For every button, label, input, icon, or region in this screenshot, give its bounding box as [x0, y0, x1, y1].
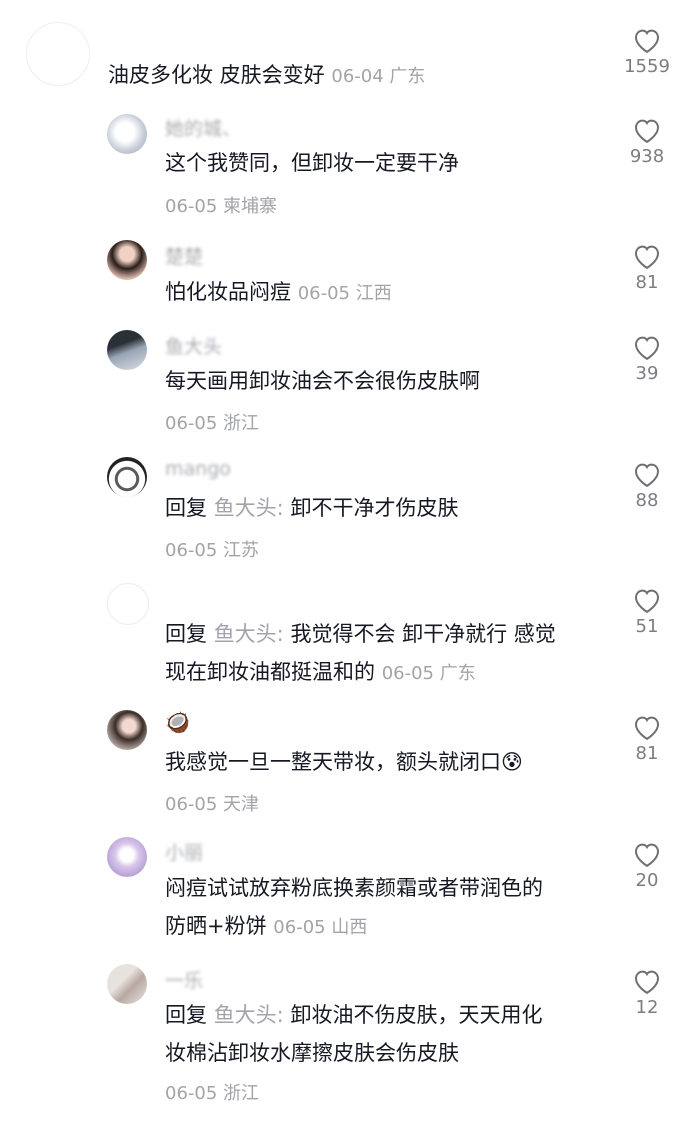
- comment-date: 06-05: [297, 283, 350, 304]
- reply-mention[interactable]: 鱼大头:: [214, 496, 284, 520]
- reply-mention[interactable]: 鱼大头:: [214, 622, 284, 646]
- like-count: 938: [629, 146, 665, 167]
- comment-location: 江苏: [223, 540, 260, 561]
- comment-location: 江西: [355, 283, 392, 304]
- avatar[interactable]: [107, 330, 147, 370]
- comment-text: 每天画用卸妆油会不会很伤皮肤啊: [165, 369, 480, 393]
- comment-date: 06-04: [331, 66, 384, 87]
- heart-outline-icon: [634, 119, 660, 144]
- comment-location: 广东: [389, 66, 426, 87]
- comment-text: 闷痘试试放弃粉底换素颜霜或者带润色的 防晒+粉饼 06-05 山西: [165, 876, 543, 938]
- avatar[interactable]: [107, 837, 147, 877]
- heart-outline-icon: [634, 970, 660, 995]
- comment-text: 回复 鱼大头: 我觉得不会 卸干净就行 感觉 现在卸妆油都挺温和的 06-05 …: [165, 622, 556, 684]
- comment-location: 天津: [223, 794, 260, 815]
- comment-location: 浙江: [223, 413, 260, 434]
- heart-outline-icon: [634, 716, 660, 741]
- reply-mention[interactable]: 鱼大头:: [214, 1003, 284, 1027]
- comment-location: 山西: [331, 917, 368, 938]
- comment-username[interactable]: 楚楚: [165, 242, 203, 269]
- comment-meta: 06-05 柬埔寨: [165, 192, 277, 218]
- reply-label: 回复: [165, 496, 207, 520]
- like-count: 1559: [624, 56, 670, 77]
- avatar[interactable]: [107, 240, 147, 280]
- like-button[interactable]: 51: [607, 586, 687, 637]
- comment-date: 06-05: [165, 413, 218, 434]
- like-count: 51: [635, 616, 659, 637]
- heart-outline-icon: [634, 589, 660, 614]
- comment-date: 06-05: [165, 1083, 218, 1104]
- comment-meta: 06-05 浙江: [165, 409, 259, 435]
- comment-location: 浙江: [223, 1083, 260, 1104]
- like-button[interactable]: 81: [607, 713, 687, 764]
- comment-date: 06-05: [165, 540, 218, 561]
- reply-label: 回复: [165, 622, 207, 646]
- comment-text: 回复 鱼大头: 卸不干净才伤皮肤: [165, 496, 459, 520]
- comment-date: 06-05: [381, 663, 434, 684]
- comment-username[interactable]: 她的城、: [165, 114, 241, 141]
- heart-outline-icon: [634, 463, 660, 488]
- heart-outline-icon: [634, 29, 660, 54]
- comment-meta: 06-05 天津: [165, 790, 259, 816]
- comment-date: 06-05: [165, 794, 218, 815]
- avatar[interactable]: [107, 710, 147, 750]
- comment-text: 我感觉一旦一整天带妆，额头就闭口😰: [165, 750, 523, 774]
- comment-date: 06-05: [273, 917, 326, 938]
- like-count: 20: [635, 870, 659, 891]
- avatar[interactable]: [107, 114, 147, 154]
- comment-username[interactable]: 🥥: [165, 710, 190, 734]
- cold-sweat-emoji-icon: 😰: [501, 750, 523, 774]
- comment-username[interactable]: 小丽: [165, 838, 203, 865]
- like-button[interactable]: 39: [607, 333, 687, 384]
- like-count: 12: [635, 997, 659, 1018]
- comment-meta: 06-05 浙江: [165, 1079, 259, 1105]
- like-count: 81: [635, 272, 659, 293]
- comment-text: 油皮多化妆 皮肤会变好 06-04 广东: [108, 63, 426, 87]
- comment-location: 广东: [439, 663, 476, 684]
- comment-date: 06-05: [165, 196, 218, 217]
- heart-outline-icon: [634, 336, 660, 361]
- comment-location: 柬埔寨: [223, 196, 278, 217]
- heart-outline-icon: [634, 245, 660, 270]
- comment-username[interactable]: mango: [165, 458, 231, 480]
- like-button[interactable]: 1559: [607, 26, 687, 77]
- heart-outline-icon: [634, 843, 660, 868]
- like-button[interactable]: 12: [607, 967, 687, 1018]
- comment-text: 怕化妆品闷痘 06-05 江西: [165, 280, 392, 304]
- like-button[interactable]: 88: [607, 460, 687, 511]
- avatar[interactable]: [107, 457, 147, 497]
- like-count: 81: [635, 743, 659, 764]
- like-button[interactable]: 938: [607, 116, 687, 167]
- like-count: 39: [635, 363, 659, 384]
- comment-text: 这个我赞同，但卸妆一定要干净: [165, 151, 459, 175]
- avatar[interactable]: [107, 583, 149, 625]
- avatar[interactable]: [26, 22, 90, 86]
- reply-label: 回复: [165, 1003, 207, 1027]
- like-button[interactable]: 20: [607, 840, 687, 891]
- like-count: 88: [635, 490, 659, 511]
- like-button[interactable]: 81: [607, 242, 687, 293]
- comment-text: 回复 鱼大头: 卸妆油不伤皮肤，天天用化 妆棉沾卸妆水摩擦皮肤会伤皮肤: [165, 1003, 543, 1065]
- comment-meta: 06-05 江苏: [165, 536, 259, 562]
- comment-username[interactable]: 一乐: [165, 966, 203, 993]
- comment-username[interactable]: 鱼大头: [165, 332, 222, 359]
- avatar[interactable]: [107, 964, 147, 1004]
